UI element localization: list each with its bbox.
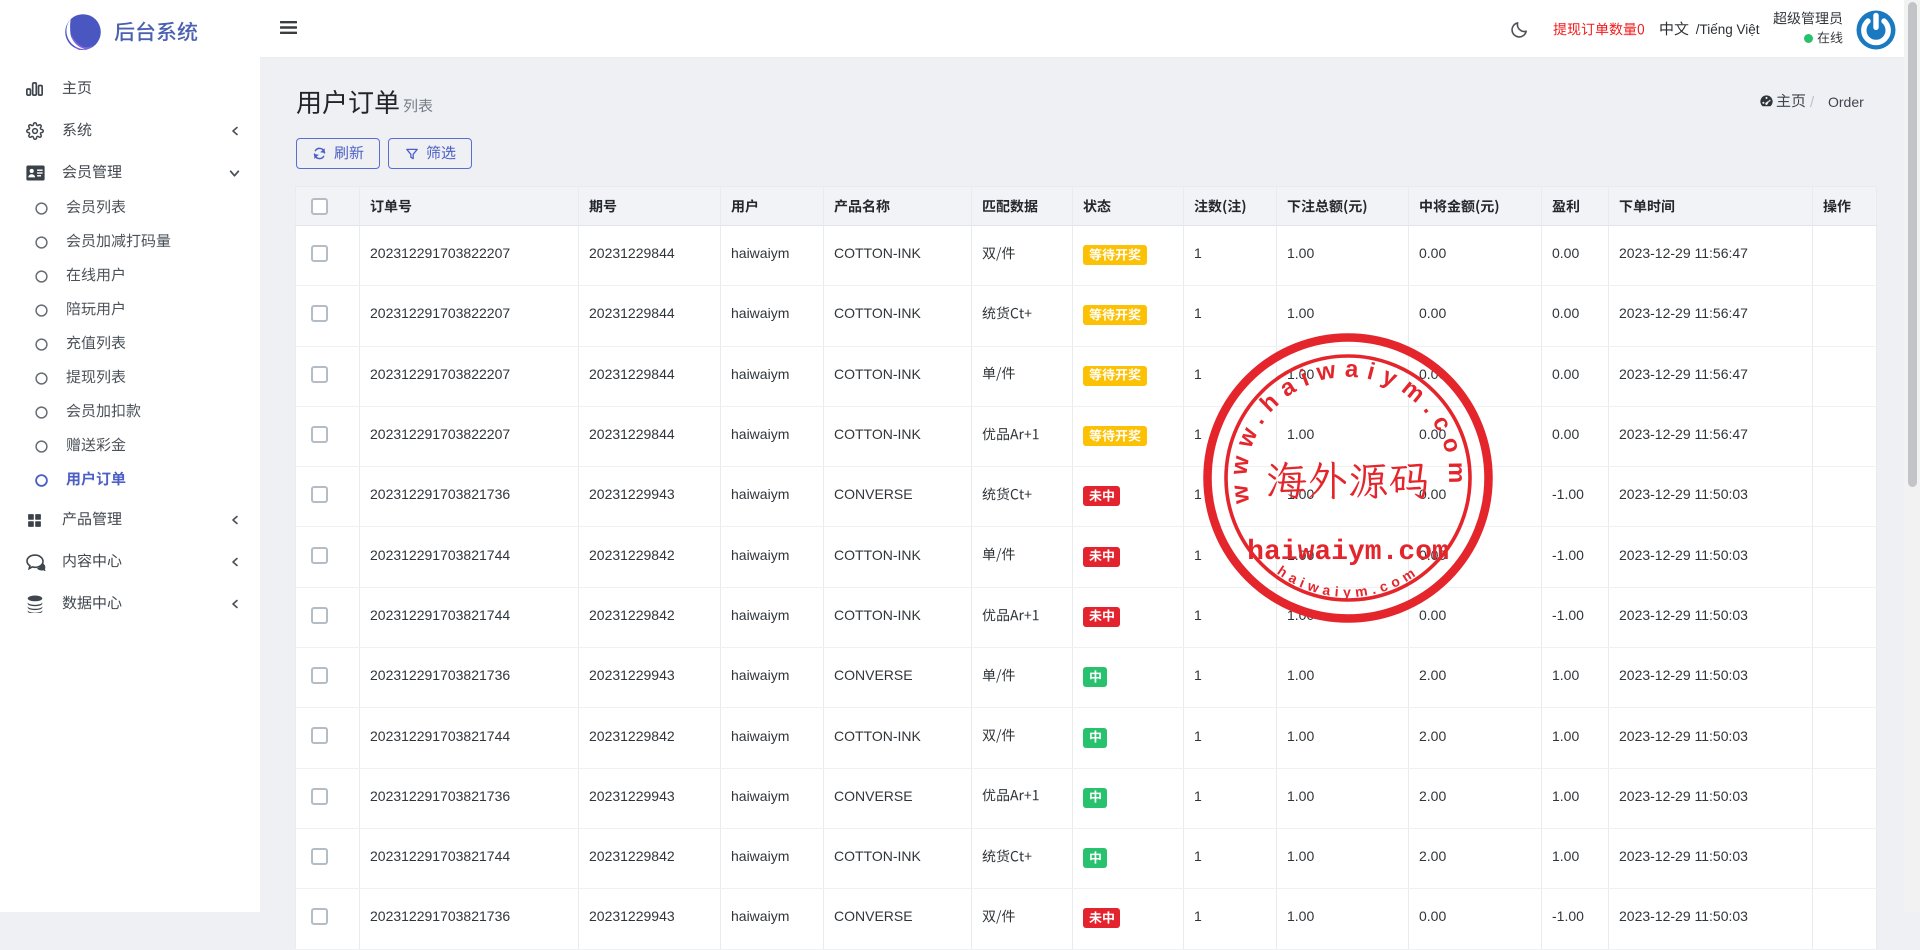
svg-text:www.haiwaiym.com: www.haiwaiym.com <box>1225 355 1470 506</box>
svg-text:haiwaiym.com: haiwaiym.com <box>1247 537 1449 568</box>
